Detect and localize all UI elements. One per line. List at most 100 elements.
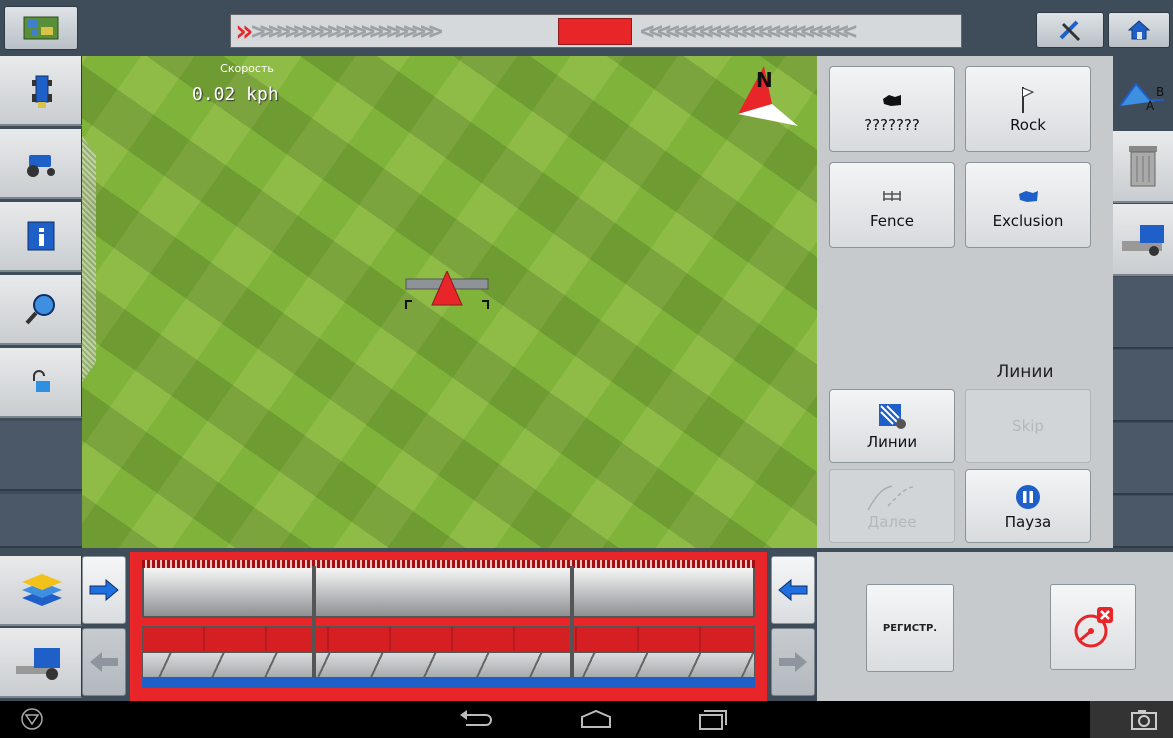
arrow-right-icon [89, 578, 119, 602]
layers-icon [21, 574, 62, 606]
section-right-button[interactable] [771, 556, 815, 624]
trash-button[interactable] [1113, 131, 1173, 203]
fence-icon [883, 191, 901, 201]
implement-icon [31, 75, 52, 108]
marker-button-exclusion[interactable]: Exclusion [965, 162, 1091, 248]
satellite-map-icon [23, 16, 59, 40]
unlock-button[interactable] [0, 348, 82, 418]
implement-button[interactable] [0, 56, 82, 126]
guidance-lines-icon [879, 404, 906, 429]
recording-off-icon [1074, 607, 1113, 648]
marker-button-fence[interactable]: Fence [829, 162, 955, 248]
tractor-button[interactable] [0, 129, 82, 199]
skip-button[interactable]: Skip [965, 389, 1091, 463]
triangle-circle-icon [21, 708, 43, 730]
marker-label: Exclusion [992, 212, 1064, 230]
header-reel [142, 566, 755, 618]
header-divider [312, 566, 316, 678]
screenshot-button[interactable] [1090, 701, 1173, 738]
header-auger [142, 652, 755, 678]
back-icon [460, 710, 492, 726]
curve-lines-icon [867, 485, 917, 511]
recording-button[interactable] [1050, 584, 1136, 670]
vehicle-arrow-icon [405, 269, 489, 309]
side-drawer-handle[interactable] [82, 136, 96, 382]
section-left-button[interactable] [82, 556, 126, 624]
marker-label: Fence [869, 212, 915, 230]
home-nav-button[interactable] [578, 709, 618, 733]
section-left-back-button[interactable] [82, 628, 126, 696]
android-nav-bar [0, 701, 1173, 738]
trash-icon [1129, 146, 1157, 187]
skip-button-label: Skip [1012, 417, 1044, 435]
empty-slot [0, 421, 82, 491]
empty-slot [0, 494, 82, 548]
header-cutter [142, 626, 755, 652]
bottom-right-panel: РЕГИСТР. [817, 552, 1173, 701]
recent-apps-icon [699, 710, 727, 730]
center-indicator [558, 18, 632, 45]
empty-slot [1113, 277, 1173, 349]
system-menu-button[interactable] [20, 707, 48, 733]
flag-icon [1022, 87, 1035, 113]
lines-button[interactable]: Линии [829, 389, 955, 463]
register-button[interactable]: РЕГИСТР. [866, 584, 954, 672]
layers-button[interactable] [0, 556, 82, 626]
combine-button[interactable] [0, 628, 82, 698]
home-button[interactable] [1108, 12, 1170, 48]
lines-button-label: Линии [866, 433, 918, 451]
header-implement [130, 552, 767, 701]
pause-button[interactable]: Пауза [965, 469, 1091, 543]
empty-slot [1113, 350, 1173, 422]
next-button-label: Далее [867, 513, 917, 531]
empty-slot [1113, 423, 1173, 495]
next-button[interactable]: Далее [829, 469, 955, 543]
tools-icon [1059, 20, 1081, 42]
header-base [142, 678, 755, 688]
vehicle-marker [404, 269, 490, 311]
right-toolbar: A B [1113, 56, 1173, 548]
satellite-map-button[interactable] [4, 6, 78, 50]
recent-apps-button[interactable] [696, 709, 736, 733]
home-outline-icon [581, 709, 611, 728]
zoom-button[interactable] [0, 275, 82, 345]
blob-icon [883, 95, 901, 106]
arrow-left-icon [90, 652, 118, 672]
pause-button-label: Пауза [1004, 513, 1052, 531]
marker-button-rock[interactable]: Rock [965, 66, 1091, 152]
harvester-icon [1122, 225, 1164, 256]
magnifier-icon [25, 294, 55, 325]
marker-label: ??????? [864, 116, 920, 134]
pause-icon [1016, 485, 1040, 509]
right-panel: ??????? Rock Fence Exclusion Линии Линии… [817, 56, 1113, 548]
ab-line-icon: A B [1119, 82, 1164, 113]
marker-button-unknown[interactable]: ??????? [829, 66, 955, 152]
back-button[interactable] [458, 709, 498, 733]
field-map[interactable]: Скорость 0.02 kph N [82, 56, 817, 548]
arrow-right-icon [779, 652, 807, 672]
tractor-icon [26, 155, 55, 177]
info-button[interactable] [0, 202, 82, 272]
svg-text:A: A [1146, 99, 1155, 113]
camera-icon [1131, 710, 1157, 730]
speed-value: 0.02 kph [192, 84, 279, 105]
section-right-back-button[interactable] [771, 628, 815, 696]
svg-text:B: B [1156, 85, 1164, 99]
speed-label: Скорость [220, 62, 274, 75]
harvester-view-button[interactable] [1113, 204, 1173, 276]
header-teeth [142, 560, 755, 568]
tools-button[interactable] [1036, 12, 1104, 48]
combine-icon [15, 648, 60, 680]
header-divider [570, 566, 574, 678]
north-compass: N [734, 64, 804, 130]
left-chevron-bar: » >>>>>>>>>>>>>>>>>>>>>> [235, 15, 443, 47]
unlock-icon [32, 370, 50, 392]
north-label: N [756, 68, 773, 92]
exclusion-icon [1019, 191, 1038, 202]
lines-title: Линии [996, 362, 1054, 382]
right-chevron-bar: <<<<<<<<<<<<<<<<<<<<<<<<< [640, 17, 857, 45]
home-icon [1127, 20, 1151, 40]
ab-line-button[interactable]: A B [1113, 56, 1173, 128]
marker-label: Rock [1010, 116, 1046, 134]
empty-slot [1113, 496, 1173, 548]
